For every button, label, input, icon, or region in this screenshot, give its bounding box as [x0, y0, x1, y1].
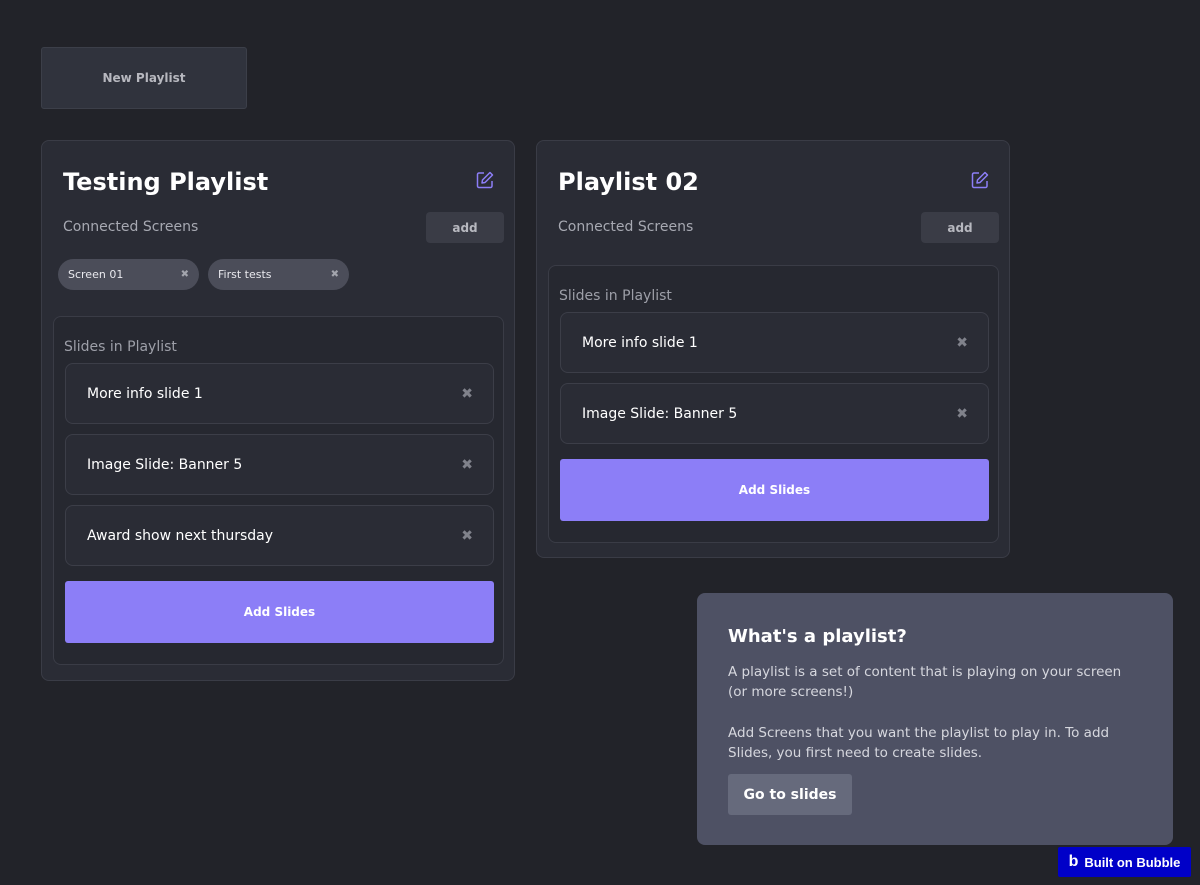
info-paragraph: A playlist is a set of content that is p… [728, 664, 1122, 700]
add-slides-label: Add Slides [243, 605, 316, 619]
built-on-bubble-label: Built on Bubble [1084, 854, 1181, 870]
go-to-slides-button[interactable]: Go to slides [728, 774, 852, 815]
close-icon[interactable]: ✖ [461, 457, 473, 473]
info-paragraph: Add Screens that you want the playlist t… [728, 725, 1110, 761]
screen-tag: Screen 01 ✖ [58, 259, 199, 290]
close-icon[interactable]: ✖ [956, 406, 968, 422]
slide-item-label: Image Slide: Banner 5 [87, 456, 243, 473]
info-title: What's a playlist? [728, 626, 907, 647]
slides-panel: Slides in Playlist More info slide 1 ✖ I… [548, 265, 999, 543]
slides-panel: Slides in Playlist More info slide 1 ✖ I… [53, 316, 504, 665]
playlist-card: Testing Playlist Connected Screens add S… [41, 140, 515, 681]
add-screen-label: add [947, 220, 973, 235]
built-on-bubble-badge[interactable]: b Built on Bubble [1058, 847, 1191, 877]
add-slides-button[interactable]: Add Slides [65, 581, 494, 643]
playlist-card: Playlist 02 Connected Screens add Slides… [536, 140, 1010, 558]
close-icon[interactable]: ✖ [461, 386, 473, 402]
edit-icon [476, 171, 494, 189]
new-playlist-button[interactable]: New Playlist [41, 47, 247, 109]
slide-item[interactable]: More info slide 1 ✖ [65, 363, 494, 424]
connected-screens-label: Connected Screens [558, 219, 694, 235]
slide-item-label: More info slide 1 [582, 334, 698, 351]
slides-in-playlist-label: Slides in Playlist [559, 288, 672, 304]
slide-item-label: More info slide 1 [87, 385, 203, 402]
add-screen-button[interactable]: add [921, 212, 999, 243]
go-to-slides-label: Go to slides [743, 786, 837, 803]
playlist-title: Playlist 02 [558, 168, 699, 196]
edit-playlist-button[interactable] [970, 170, 990, 194]
info-card: What's a playlist? A playlist is a set o… [697, 593, 1173, 845]
add-slides-button[interactable]: Add Slides [560, 459, 989, 521]
add-screen-button[interactable]: add [426, 212, 504, 243]
edit-icon [971, 171, 989, 189]
add-slides-label: Add Slides [738, 483, 811, 497]
screen-tag: First tests ✖ [208, 259, 349, 290]
screen-tag-label: First tests [218, 268, 272, 281]
close-icon[interactable]: ✖ [331, 269, 339, 280]
add-screen-label: add [452, 220, 478, 235]
slide-item[interactable]: Award show next thursday ✖ [65, 505, 494, 566]
slide-item-label: Image Slide: Banner 5 [582, 405, 738, 422]
close-icon[interactable]: ✖ [181, 269, 189, 280]
slide-item[interactable]: Image Slide: Banner 5 ✖ [65, 434, 494, 495]
slide-item[interactable]: More info slide 1 ✖ [560, 312, 989, 373]
slide-item-label: Award show next thursday [87, 527, 274, 544]
slide-item[interactable]: Image Slide: Banner 5 ✖ [560, 383, 989, 444]
close-icon[interactable]: ✖ [461, 528, 473, 544]
slides-in-playlist-label: Slides in Playlist [64, 339, 177, 355]
edit-playlist-button[interactable] [475, 170, 495, 194]
bubble-logo-icon: b [1068, 853, 1079, 870]
playlist-title: Testing Playlist [63, 168, 269, 196]
close-icon[interactable]: ✖ [956, 335, 968, 351]
connected-screens-label: Connected Screens [63, 219, 199, 235]
new-playlist-label: New Playlist [102, 71, 186, 85]
screen-tag-label: Screen 01 [68, 268, 124, 281]
